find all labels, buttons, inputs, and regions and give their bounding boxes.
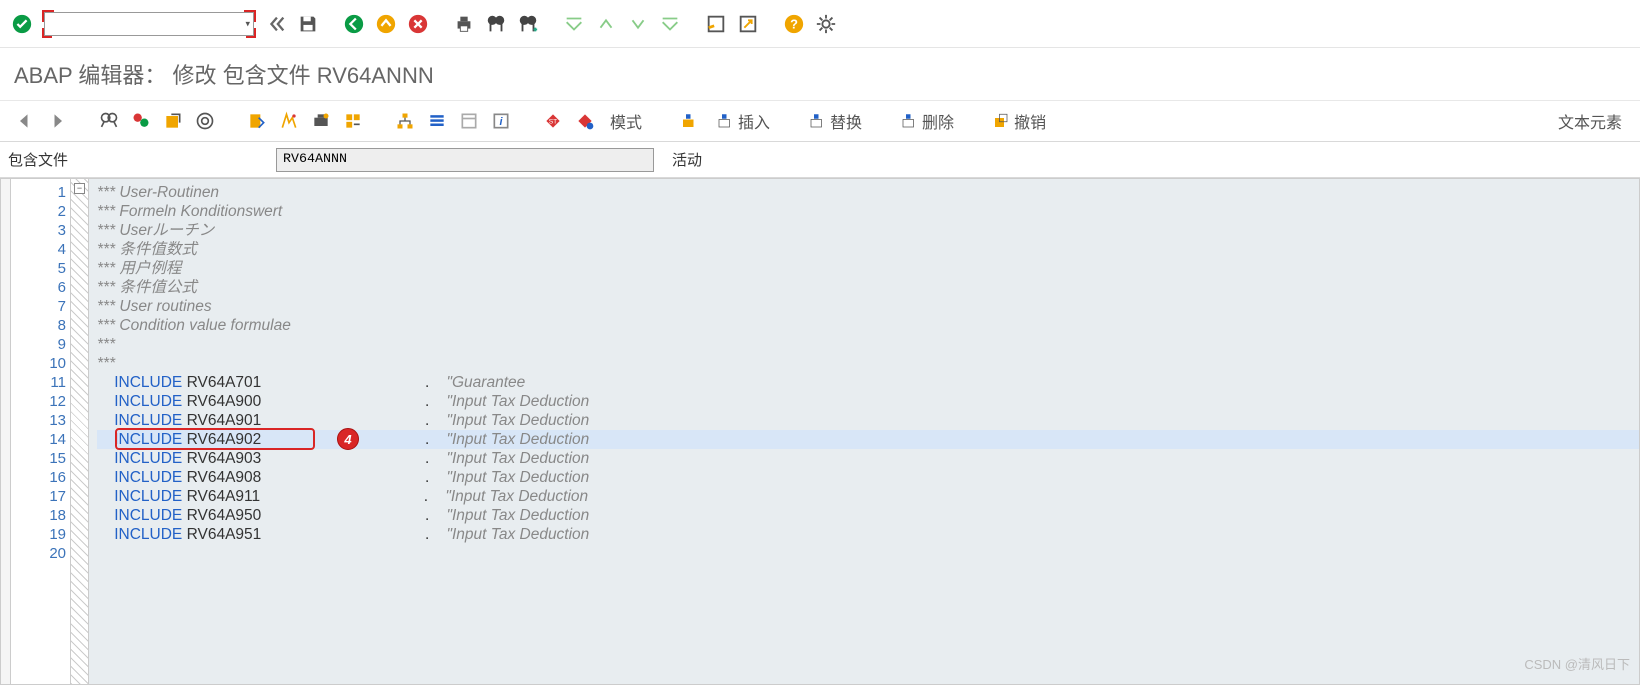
code-line[interactable]: ***	[97, 335, 1639, 354]
code-line[interactable]: *** 用户例程	[97, 259, 1639, 278]
code-line[interactable]: *** 条件值公式	[97, 278, 1639, 297]
shortcut-icon[interactable]	[734, 10, 762, 38]
cancel-icon[interactable]	[404, 10, 432, 38]
nav-window-icon[interactable]	[456, 108, 482, 134]
filter-bar: 包含文件 活动	[0, 142, 1640, 178]
code-line[interactable]: INCLUDE RV64A911 . "Input Tax Deduction	[97, 487, 1639, 506]
include-input[interactable]	[276, 148, 654, 172]
command-field[interactable]	[44, 12, 254, 36]
insert-button-label[interactable]: 插入	[710, 107, 776, 135]
code-line[interactable]: *** Userルーチン	[97, 221, 1639, 240]
breakpoint-icon[interactable]: ST	[540, 108, 566, 134]
info-icon[interactable]: i	[488, 108, 514, 134]
code-line[interactable]: INCLUDE RV64A908 . "Input Tax Deduction	[97, 468, 1639, 487]
help-icon[interactable]: ?	[780, 10, 808, 38]
active-inactive-icon[interactable]	[128, 108, 154, 134]
find-icon[interactable]	[482, 10, 510, 38]
breakpoint-ext-icon[interactable]	[572, 108, 598, 134]
code-line[interactable]: ***	[97, 354, 1639, 373]
next-page-icon[interactable]	[624, 10, 652, 38]
hierarchy-icon[interactable]	[392, 108, 418, 134]
line-number-gutter: 1234567891011121314151617181920	[11, 179, 71, 684]
code-line[interactable]: INCLUDE RV64A701 . "Guarantee	[97, 373, 1639, 392]
prev-page-icon[interactable]	[592, 10, 620, 38]
code-line[interactable]: *** User routines	[97, 297, 1639, 316]
settings-icon[interactable]	[812, 10, 840, 38]
code-line[interactable]	[97, 544, 1639, 563]
test-icon[interactable]	[308, 108, 334, 134]
enter-icon[interactable]	[8, 10, 36, 38]
where-used-icon[interactable]	[340, 108, 366, 134]
fold-icon[interactable]: −	[74, 183, 85, 194]
ruler	[1, 179, 11, 684]
svg-text:ST: ST	[549, 119, 558, 126]
watermark: CSDN @清风日下	[1524, 654, 1630, 673]
delete-button[interactable]: 删除	[894, 107, 960, 135]
code-area[interactable]: 4 *** User-Routinen*** Formeln Kondition…	[89, 179, 1639, 684]
command-field-frame: ▾	[40, 8, 258, 40]
include-label: 包含文件	[8, 149, 258, 170]
command-dropdown-icon[interactable]: ▾	[245, 18, 250, 29]
insert-button[interactable]	[674, 107, 704, 135]
save-icon[interactable]	[294, 10, 322, 38]
code-line[interactable]: INCLUDE RV64A903 . "Input Tax Deduction	[97, 449, 1639, 468]
back-icon[interactable]	[340, 10, 368, 38]
pattern-button[interactable]: 模式	[604, 107, 648, 135]
find-next-icon[interactable]	[514, 10, 542, 38]
check-icon[interactable]	[244, 108, 270, 134]
nav-back-icon[interactable]	[12, 108, 38, 134]
callout-badge: 4	[337, 428, 359, 450]
collapse-icon[interactable]	[262, 10, 290, 38]
last-page-icon[interactable]	[656, 10, 684, 38]
code-line[interactable]: INCLUDE RV64A950 . "Input Tax Deduction	[97, 506, 1639, 525]
code-line[interactable]: INCLUDE RV64A902 . "Input Tax Deduction	[97, 430, 1639, 449]
highlight-frame	[115, 428, 315, 450]
other-object-icon[interactable]	[160, 108, 186, 134]
code-line[interactable]: INCLUDE RV64A901 . "Input Tax Deduction	[97, 411, 1639, 430]
fold-marker-column: −	[71, 179, 89, 684]
code-line[interactable]: *** 条件值数式	[97, 240, 1639, 259]
replace-button[interactable]: 替换	[802, 107, 868, 135]
svg-text:i: i	[499, 116, 503, 128]
svg-text:?: ?	[790, 16, 798, 31]
code-line[interactable]: INCLUDE RV64A900 . "Input Tax Deduction	[97, 392, 1639, 411]
code-line[interactable]: INCLUDE RV64A951 . "Input Tax Deduction	[97, 525, 1639, 544]
code-line[interactable]: *** User-Routinen	[97, 183, 1639, 202]
nav-forward-icon[interactable]	[44, 108, 70, 134]
code-line[interactable]: *** Condition value formulae	[97, 316, 1639, 335]
page-title: ABAP 编辑器： 修改 包含文件 RV64ANNN	[0, 48, 1640, 100]
activate-icon[interactable]	[276, 108, 302, 134]
code-line[interactable]: *** Formeln Konditionswert	[97, 202, 1639, 221]
status-label: 活动	[672, 149, 702, 170]
text-elements-button[interactable]: 文本元素	[1552, 107, 1628, 135]
display-icon[interactable]	[96, 108, 122, 134]
app-toolbar: i ST 模式 插入 替换 删除 撤销 文本元素	[0, 100, 1640, 142]
object-list-icon[interactable]	[424, 108, 450, 134]
undo-button[interactable]: 撤销	[986, 107, 1052, 135]
first-page-icon[interactable]	[560, 10, 588, 38]
print-icon[interactable]	[450, 10, 478, 38]
exit-icon[interactable]	[372, 10, 400, 38]
enhance-icon[interactable]	[192, 108, 218, 134]
new-session-icon[interactable]	[702, 10, 730, 38]
code-editor: 1234567891011121314151617181920 − 4 *** …	[0, 178, 1640, 685]
system-toolbar: ▾ ?	[0, 0, 1640, 48]
